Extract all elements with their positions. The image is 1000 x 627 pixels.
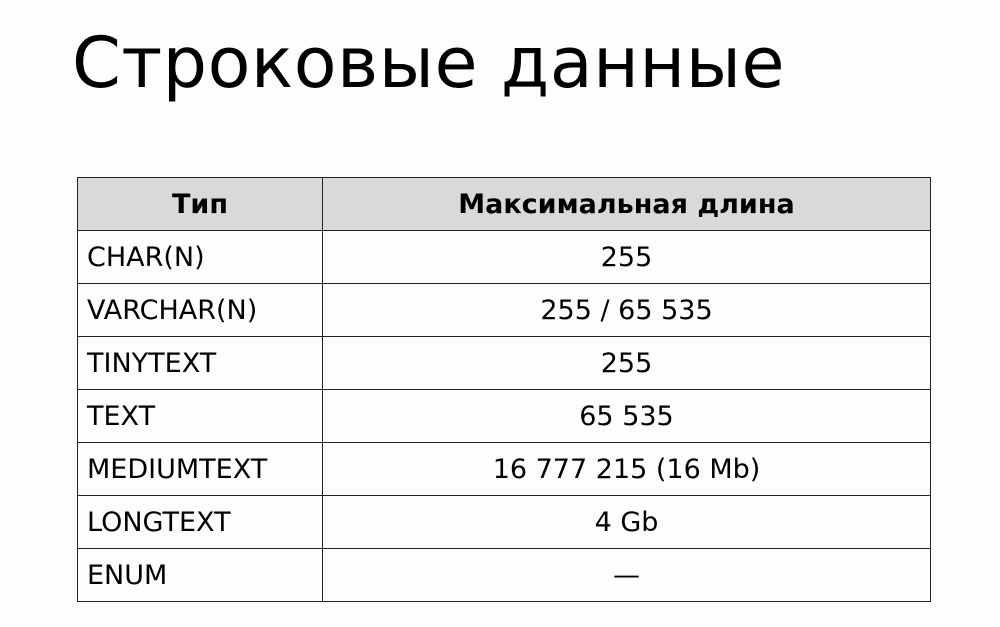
cell-max-length: 255 [322, 336, 931, 390]
cell-max-length: 255 / 65 535 [322, 283, 931, 337]
column-header-max-length: Максимальная длина [322, 177, 931, 231]
table-row: TINYTEXT 255 [77, 336, 931, 390]
page-title: Строковые данные [72, 22, 786, 104]
table-header-row: Тип Максимальная длина [77, 177, 931, 231]
cell-type: TEXT [77, 389, 323, 443]
cell-max-length: 65 535 [322, 389, 931, 443]
table-row: ENUM — [77, 548, 931, 602]
cell-type: ENUM [77, 548, 323, 602]
table-row: LONGTEXT 4 Gb [77, 495, 931, 549]
column-header-type: Тип [77, 177, 323, 231]
cell-type: TINYTEXT [77, 336, 323, 390]
table-row: TEXT 65 535 [77, 389, 931, 443]
cell-type: LONGTEXT [77, 495, 323, 549]
cell-max-length: 16 777 215 (16 Mb) [322, 442, 931, 496]
table-row: VARCHAR(N) 255 / 65 535 [77, 283, 931, 337]
cell-type: CHAR(N) [77, 230, 323, 284]
string-types-table: Тип Максимальная длина CHAR(N) 255 VARCH… [77, 177, 931, 602]
cell-max-length: — [322, 548, 931, 602]
table-row: MEDIUMTEXT 16 777 215 (16 Mb) [77, 442, 931, 496]
table-row: CHAR(N) 255 [77, 230, 931, 284]
cell-max-length: 4 Gb [322, 495, 931, 549]
cell-type: VARCHAR(N) [77, 283, 323, 337]
cell-type: MEDIUMTEXT [77, 442, 323, 496]
cell-max-length: 255 [322, 230, 931, 284]
